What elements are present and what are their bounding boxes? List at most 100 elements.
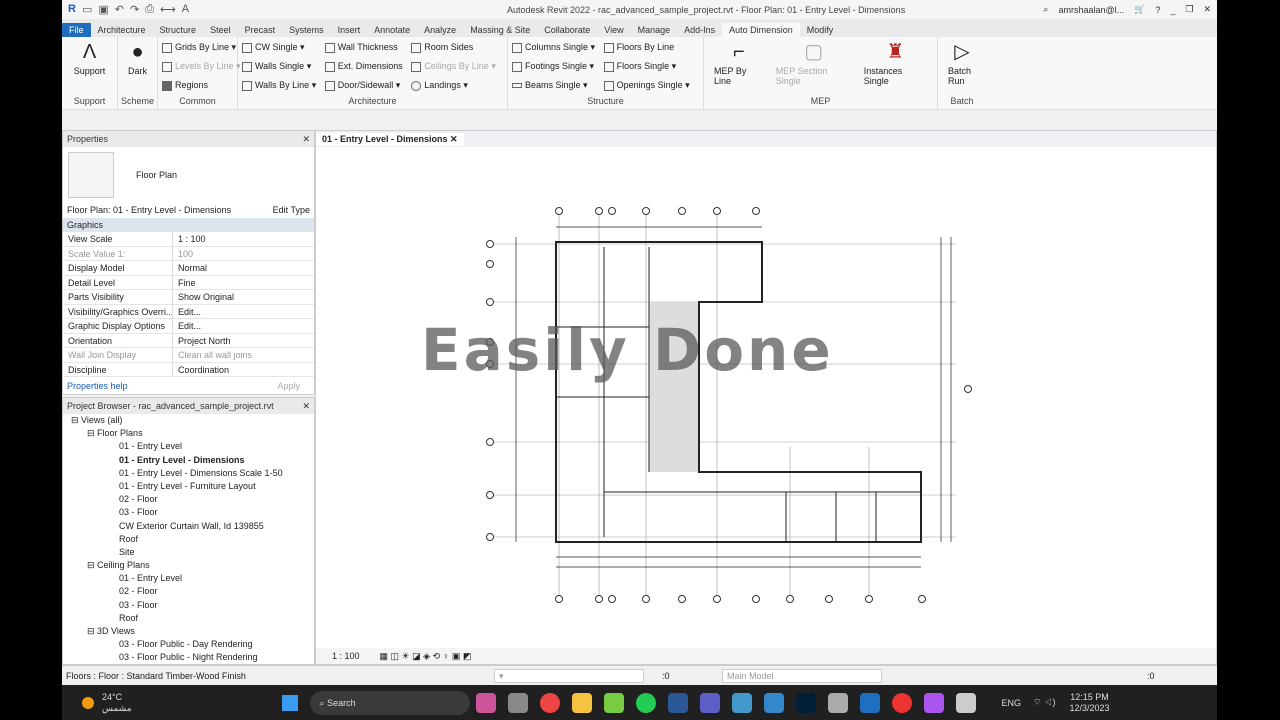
browser-item[interactable]: 01 - Entry Level - Furniture Layout <box>63 480 314 493</box>
user-account[interactable]: amrshaalan@l... <box>1058 5 1124 15</box>
tab-architecture[interactable]: Architecture <box>91 23 153 37</box>
binoculars-icon[interactable]: ⌕ <box>1043 4 1048 15</box>
clock-time[interactable]: 12:15 PM <box>1070 692 1109 702</box>
wall-thickness-button[interactable]: Wall Thickness <box>324 41 403 54</box>
regions-button[interactable]: Regions <box>162 79 241 92</box>
room-sides-button[interactable]: Room Sides <box>411 41 496 54</box>
restore-button[interactable]: ❐ <box>1185 4 1193 15</box>
view-tab[interactable]: 01 - Entry Level - Dimensions ✕ <box>316 132 464 146</box>
grids-by-line-button[interactable]: Grids By Line ▾ <box>162 41 241 54</box>
property-row[interactable]: Discipline Coordination <box>63 362 314 377</box>
levels-by-line-button[interactable]: Levels By Line ▾ <box>162 60 241 73</box>
browser-item[interactable]: Roof <box>63 533 314 546</box>
close-icon[interactable]: ✕ <box>302 401 310 412</box>
walls-single-button[interactable]: Walls Single ▾ <box>242 60 316 73</box>
network-volume-icons[interactable]: ⌔ ◁) <box>1033 697 1055 708</box>
property-value[interactable]: 1 : 100 <box>173 232 314 246</box>
ceilings-by-line-button[interactable]: Ceilings By Line ▾ <box>411 60 496 73</box>
revit-icon[interactable] <box>859 692 880 713</box>
property-row[interactable]: Scale Value 1: 100 <box>63 246 314 261</box>
close-button[interactable]: ✕ <box>1203 4 1211 15</box>
property-value[interactable]: Coordination <box>173 363 314 377</box>
word-icon[interactable] <box>667 692 688 713</box>
floors-by-line-button[interactable]: Floors By Line <box>603 41 690 54</box>
browser-item[interactable]: ⊟ 3D Views <box>63 625 314 638</box>
browser-item[interactable]: 03 - Floor Public - Night Rendering <box>63 651 314 664</box>
property-value[interactable]: Fine <box>173 276 314 290</box>
windows-start-icon[interactable] <box>281 694 298 711</box>
property-row[interactable]: Wall Join Display Clean all wall joins <box>63 348 314 363</box>
door-sidewall-button[interactable]: Door/Sidewall ▾ <box>324 79 403 92</box>
tab-systems[interactable]: Systems <box>282 23 331 37</box>
drawing-area[interactable]: 01 - Entry Level - Dimensions ✕ Easily D… <box>315 130 1217 665</box>
browser-item[interactable]: 01 - Entry Level - Dimensions <box>63 454 314 467</box>
property-value[interactable]: Normal <box>173 261 314 275</box>
browser-item[interactable]: Roof <box>63 612 314 625</box>
browser-item[interactable]: 01 - Entry Level <box>63 572 314 585</box>
whatsapp-icon[interactable] <box>635 692 656 713</box>
measure-icon[interactable]: ⟷ <box>160 3 176 16</box>
openings-single-button[interactable]: Openings Single ▾ <box>603 79 690 92</box>
language-indicator[interactable]: ENG <box>1002 698 1022 708</box>
clock-date[interactable]: 12/3/2023 <box>1069 703 1109 713</box>
design-option-select[interactable]: Main Model <box>722 668 882 683</box>
browser-item[interactable]: Site <box>63 546 314 559</box>
browser-item[interactable]: 01 - Entry Level <box>63 440 314 453</box>
workset-select[interactable]: ▾ <box>494 668 644 683</box>
browser-item[interactable]: 01 - Entry Level - Dimensions Scale 1-50 <box>63 467 314 480</box>
print-icon[interactable]: ⎙ <box>145 3 154 16</box>
notepad-icon[interactable] <box>731 692 752 713</box>
tab-massing-site[interactable]: Massing & Site <box>463 23 537 37</box>
property-value[interactable]: Edit... <box>173 319 314 333</box>
app-icon[interactable] <box>507 692 528 713</box>
open-icon[interactable]: ▭ <box>82 3 92 16</box>
tab-add-ins[interactable]: Add-Ins <box>677 23 722 37</box>
tab-analyze[interactable]: Analyze <box>417 23 463 37</box>
property-row[interactable]: View Scale 1 : 100 <box>63 232 314 247</box>
close-icon[interactable]: ✕ <box>302 134 310 145</box>
edit-type-button[interactable]: Edit Type <box>273 205 310 215</box>
browser-item[interactable]: 03 - Floor <box>63 506 314 519</box>
landings-button[interactable]: Landings ▾ <box>411 79 496 92</box>
cart-icon[interactable]: 🛒 <box>1134 4 1145 15</box>
property-value[interactable]: Edit... <box>173 305 314 319</box>
chrome-icon[interactable] <box>539 692 560 713</box>
cw-single-button[interactable]: CW Single ▾ <box>242 41 316 54</box>
property-row[interactable]: Visibility/Graphics Overri... Edit... <box>63 304 314 319</box>
instance-selector[interactable]: Floor Plan: 01 - Entry Level - Dimension… <box>67 205 231 215</box>
floors-single-button[interactable]: Floors Single ▾ <box>603 60 690 73</box>
save-icon[interactable]: ▣ <box>98 3 108 16</box>
tab-insert[interactable]: Insert <box>331 23 368 37</box>
folder-icon[interactable] <box>571 692 592 713</box>
text-icon[interactable]: A <box>182 3 189 16</box>
filter-count[interactable]: :0 <box>1147 671 1155 681</box>
view-controls-icons[interactable]: ▦ ◫ ☀ ◪ ◈ ⟲ ♀ ▣ ◩ <box>380 651 472 662</box>
property-value[interactable]: Clean all wall joins <box>173 348 314 362</box>
app-icon[interactable] <box>955 692 976 713</box>
app-icon[interactable] <box>603 692 624 713</box>
view-scale[interactable]: 1 : 100 <box>332 651 360 661</box>
browser-item[interactable]: CW Exterior Curtain Wall, Id 139855 <box>63 520 314 533</box>
property-value[interactable]: Project North <box>173 334 314 348</box>
property-row[interactable]: Graphic Display Options Edit... <box>63 319 314 334</box>
support-button[interactable]: Λ Support <box>66 41 113 76</box>
taskbar-search[interactable]: ⌕ Search <box>309 690 470 715</box>
media-icon[interactable] <box>891 692 912 713</box>
redo-icon[interactable]: ↷ <box>130 3 139 16</box>
tab-view[interactable]: View <box>597 23 630 37</box>
property-value[interactable]: Show Original <box>173 290 314 304</box>
browser-item[interactable]: 02 - Floor <box>63 585 314 598</box>
photoshop-icon[interactable] <box>795 692 816 713</box>
footings-single-button[interactable]: Footings Single ▾ <box>512 60 595 73</box>
property-row[interactable]: Detail Level Fine <box>63 275 314 290</box>
browser-item[interactable]: 02 - Floor <box>63 493 314 506</box>
batch-run-button[interactable]: ▷ Batch Run <box>942 41 982 86</box>
tab-steel[interactable]: Steel <box>203 23 238 37</box>
minimize-button[interactable]: _ <box>1170 5 1175 15</box>
dark-button[interactable]: ● Dark <box>122 41 153 76</box>
tab-precast[interactable]: Precast <box>238 23 283 37</box>
type-selector[interactable]: Floor Plan <box>63 147 314 202</box>
app-icon[interactable] <box>763 692 784 713</box>
columns-single-button[interactable]: Columns Single ▾ <box>512 41 595 54</box>
property-row[interactable]: Orientation Project North <box>63 333 314 348</box>
